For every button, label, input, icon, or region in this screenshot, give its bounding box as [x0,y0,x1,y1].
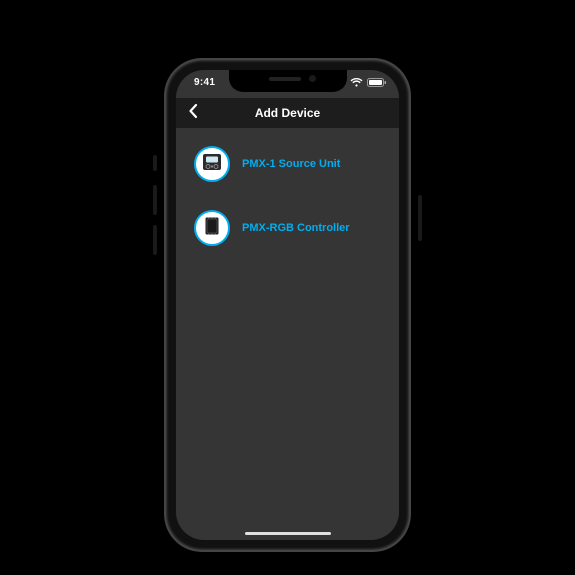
page-title: Add Device [255,106,320,120]
source-unit-icon [200,150,224,179]
volume-up-button [153,185,157,215]
home-indicator[interactable] [245,532,331,535]
device-label: PMX-1 Source Unit [242,158,340,170]
battery-icon [367,78,387,87]
device-row-pmxrgb[interactable]: PMX-RGB Controller [186,206,389,250]
device-row-pmx1[interactable]: PMX-1 Source Unit [186,142,389,186]
rgb-controller-icon [200,214,224,243]
notch [229,70,347,92]
wifi-icon [350,78,363,87]
back-button[interactable] [182,102,204,124]
phone-frame: 9:41 [166,60,409,550]
screen: 9:41 [176,70,399,540]
mute-switch [153,155,157,171]
power-button [418,195,422,241]
volume-down-button [153,225,157,255]
status-time: 9:41 [194,77,215,88]
device-icon-pmx1 [194,146,230,182]
device-list: PMX-1 Source Unit [176,128,399,284]
device-icon-pmxrgb [194,210,230,246]
device-label: PMX-RGB Controller [242,222,350,234]
nav-bar: Add Device [176,98,399,128]
chevron-left-icon [188,103,199,124]
